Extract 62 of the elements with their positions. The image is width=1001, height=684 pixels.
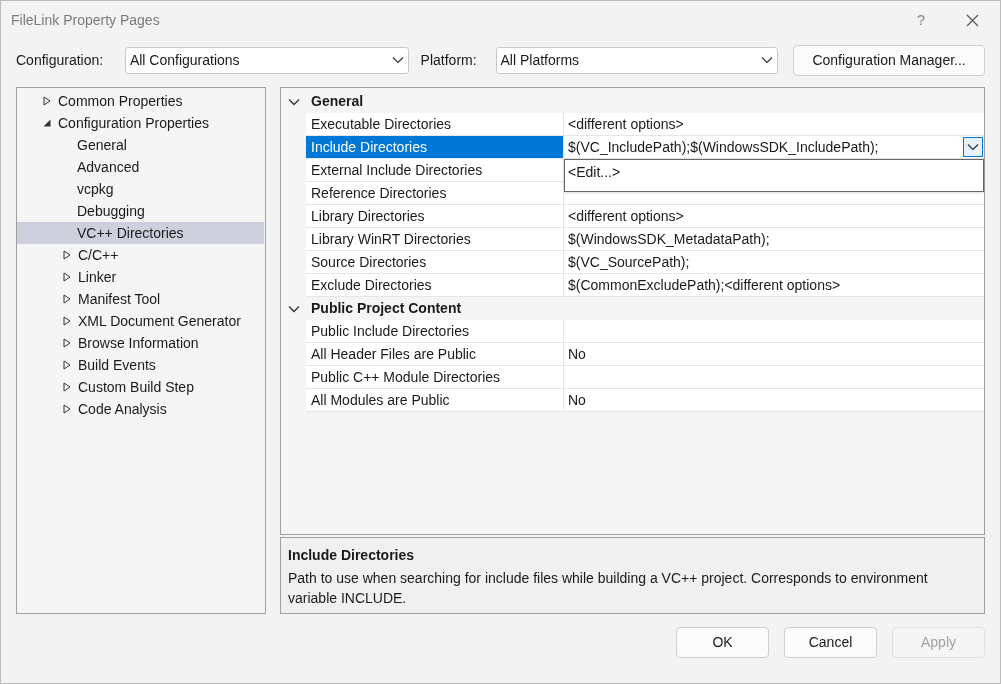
configuration-label: Configuration:: [16, 50, 105, 70]
property-name[interactable]: Executable Directories: [306, 113, 564, 135]
property-value: <different options>: [567, 206, 684, 226]
property-name[interactable]: Library WinRT Directories: [306, 228, 564, 250]
tree-item[interactable]: Build Events: [17, 354, 264, 376]
dialog-button[interactable]: Cancel: [784, 627, 877, 658]
tree-item[interactable]: XML Document Generator: [17, 310, 264, 332]
tree-item[interactable]: Configuration Properties: [17, 112, 264, 134]
category-header: General: [311, 92, 364, 111]
property-value: No: [567, 390, 586, 410]
property-value: No: [567, 344, 586, 364]
category-header: Public Project Content: [311, 299, 462, 318]
platform-dropdown[interactable]: All Platforms: [495, 46, 779, 74]
expanded-triangle-icon[interactable]: [42, 118, 52, 128]
property-value: $(CommonExcludePath);<different options>: [567, 275, 841, 295]
collapsed-triangle-icon[interactable]: [62, 338, 72, 348]
configuration-dropdown[interactable]: All Configurations: [124, 46, 409, 74]
chevron-down-icon: [967, 143, 979, 151]
tree-item[interactable]: Common Properties: [17, 90, 264, 112]
property-value-field[interactable]: $(VC_IncludePath);$(WindowsSDK_IncludePath);: [564, 136, 984, 158]
collapsed-triangle-icon[interactable]: [42, 96, 52, 106]
description-title: Include Directories: [288, 546, 416, 565]
tree-item[interactable]: vcpkg: [17, 178, 264, 200]
chevron-down-icon: [761, 56, 774, 64]
platform-label: Platform:: [420, 50, 478, 70]
tree-item[interactable]: Browse Information: [17, 332, 264, 354]
property-name[interactable]: Include Directories: [306, 136, 564, 158]
property-name[interactable]: Source Directories: [306, 251, 564, 273]
collapse-chevron-icon[interactable]: [288, 304, 300, 313]
tree-item[interactable]: VC++ Directories: [17, 222, 264, 244]
dialog-button[interactable]: OK: [676, 627, 769, 658]
property-value: $(VC_SourcePath);: [567, 252, 690, 272]
collapse-chevron-icon[interactable]: [288, 97, 300, 106]
property-name[interactable]: Library Directories: [306, 205, 564, 227]
collapsed-triangle-icon[interactable]: [62, 272, 72, 282]
tree-item[interactable]: Debugging: [17, 200, 264, 222]
property-name[interactable]: All Header Files are Public: [306, 343, 564, 365]
dropdown-option[interactable]: <Edit...>: [565, 160, 983, 183]
collapsed-triangle-icon[interactable]: [62, 250, 72, 260]
property-name[interactable]: Exclude Directories: [306, 274, 564, 296]
property-value: <different options>: [567, 114, 684, 134]
collapsed-triangle-icon[interactable]: [62, 404, 72, 414]
tree-item[interactable]: General: [17, 134, 264, 156]
tree-item[interactable]: Code Analysis: [17, 398, 264, 420]
window-title: FileLink Property Pages: [11, 11, 161, 30]
collapsed-triangle-icon[interactable]: [62, 316, 72, 326]
chevron-down-icon: [391, 56, 404, 64]
collapsed-triangle-icon[interactable]: [62, 360, 72, 370]
collapsed-triangle-icon[interactable]: [62, 294, 72, 304]
tree-item[interactable]: Linker: [17, 266, 264, 288]
property-name[interactable]: External Include Directories: [306, 159, 564, 181]
tree-item[interactable]: C/C++: [17, 244, 264, 266]
property-value: $(WindowsSDK_MetadataPath);: [567, 229, 770, 249]
tree-item[interactable]: Custom Build Step: [17, 376, 264, 398]
configuration-manager-button[interactable]: Configuration Manager...: [793, 44, 985, 76]
collapsed-triangle-icon[interactable]: [62, 382, 72, 392]
property-name[interactable]: All Modules are Public: [306, 389, 564, 411]
tree-item[interactable]: Manifest Tool: [17, 288, 264, 310]
tree-item[interactable]: Advanced: [17, 156, 264, 178]
dropdown-button[interactable]: [963, 137, 983, 157]
close-icon: [965, 14, 979, 27]
description-text: Path to use when searching for include files while building a VC++ project. Corresponds to environment variable INCLUDE.: [288, 569, 929, 608]
